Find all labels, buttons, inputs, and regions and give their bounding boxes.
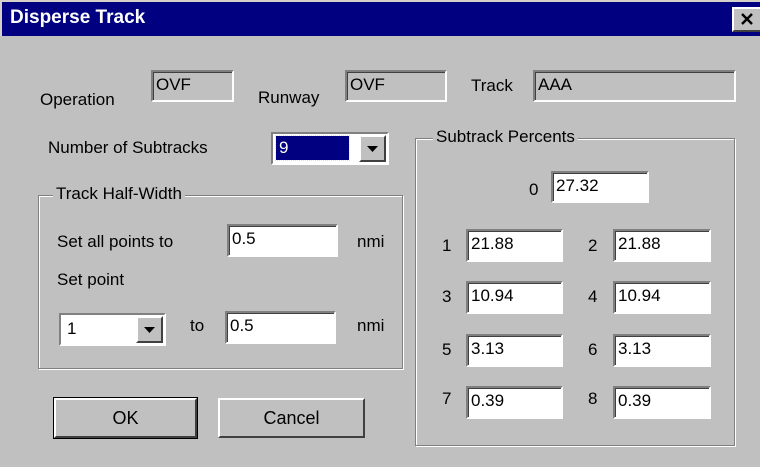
half-width-group-title: Track Half-Width <box>53 184 185 204</box>
percent-field-4[interactable]: 10.94 <box>613 281 711 314</box>
percent-index-0: 0 <box>529 180 539 199</box>
set-all-field[interactable]: 0.5 <box>227 224 338 257</box>
percent-field-5[interactable]: 3.13 <box>466 334 563 367</box>
set-all-unit: nmi <box>357 232 385 251</box>
percent-index-6: 6 <box>588 340 598 359</box>
percent-field-2[interactable]: 21.88 <box>613 229 711 262</box>
point-selected-value: 1 <box>67 319 77 338</box>
percent-index-5: 5 <box>442 340 452 359</box>
percent-field-1[interactable]: 21.88 <box>466 229 563 262</box>
window-title: Disperse Track <box>10 7 146 28</box>
percent-index-7: 7 <box>442 389 452 408</box>
subtracks-selected-value: 9 <box>275 135 350 161</box>
percents-group-title: Subtrack Percents <box>433 127 578 147</box>
percent-field-3[interactable]: 10.94 <box>466 281 563 314</box>
percent-index-4: 4 <box>588 287 598 306</box>
subtracks-dropdown[interactable]: 9 <box>271 132 389 165</box>
ok-button[interactable]: OK <box>53 397 198 439</box>
operation-field[interactable]: OVF <box>151 70 234 102</box>
runway-label: Runway <box>258 88 320 107</box>
subtracks-label: Number of Subtracks <box>48 138 208 157</box>
point-value-field[interactable]: 0.5 <box>225 311 336 344</box>
title-bar: Disperse Track <box>0 0 760 36</box>
percent-index-1: 1 <box>442 236 452 255</box>
point-dropdown[interactable]: 1 <box>59 313 166 346</box>
close-button[interactable] <box>732 7 760 32</box>
subtracks-dropdown-button[interactable] <box>359 135 386 162</box>
set-all-label: Set all points to <box>57 232 174 251</box>
track-label: Track <box>471 76 513 95</box>
percent-index-2: 2 <box>588 236 598 255</box>
runway-field[interactable]: OVF <box>345 70 447 102</box>
close-icon <box>741 13 753 25</box>
percent-index-3: 3 <box>442 287 452 306</box>
cancel-button[interactable]: Cancel <box>218 398 365 438</box>
percent-field-8[interactable]: 0.39 <box>613 386 711 419</box>
percent-field-6[interactable]: 3.13 <box>613 334 711 367</box>
percent-field-7[interactable]: 0.39 <box>466 386 563 419</box>
percent-field-0[interactable]: 27.32 <box>551 171 649 203</box>
set-point-label: Set point <box>57 270 125 289</box>
percent-index-8: 8 <box>588 389 598 408</box>
track-field[interactable]: AAA <box>533 70 736 102</box>
operation-label: Operation <box>40 90 115 109</box>
point-unit: nmi <box>357 316 385 335</box>
chevron-down-icon <box>144 326 155 333</box>
to-label: to <box>190 316 205 335</box>
chevron-down-icon <box>367 145 378 152</box>
point-dropdown-button[interactable] <box>136 316 163 343</box>
